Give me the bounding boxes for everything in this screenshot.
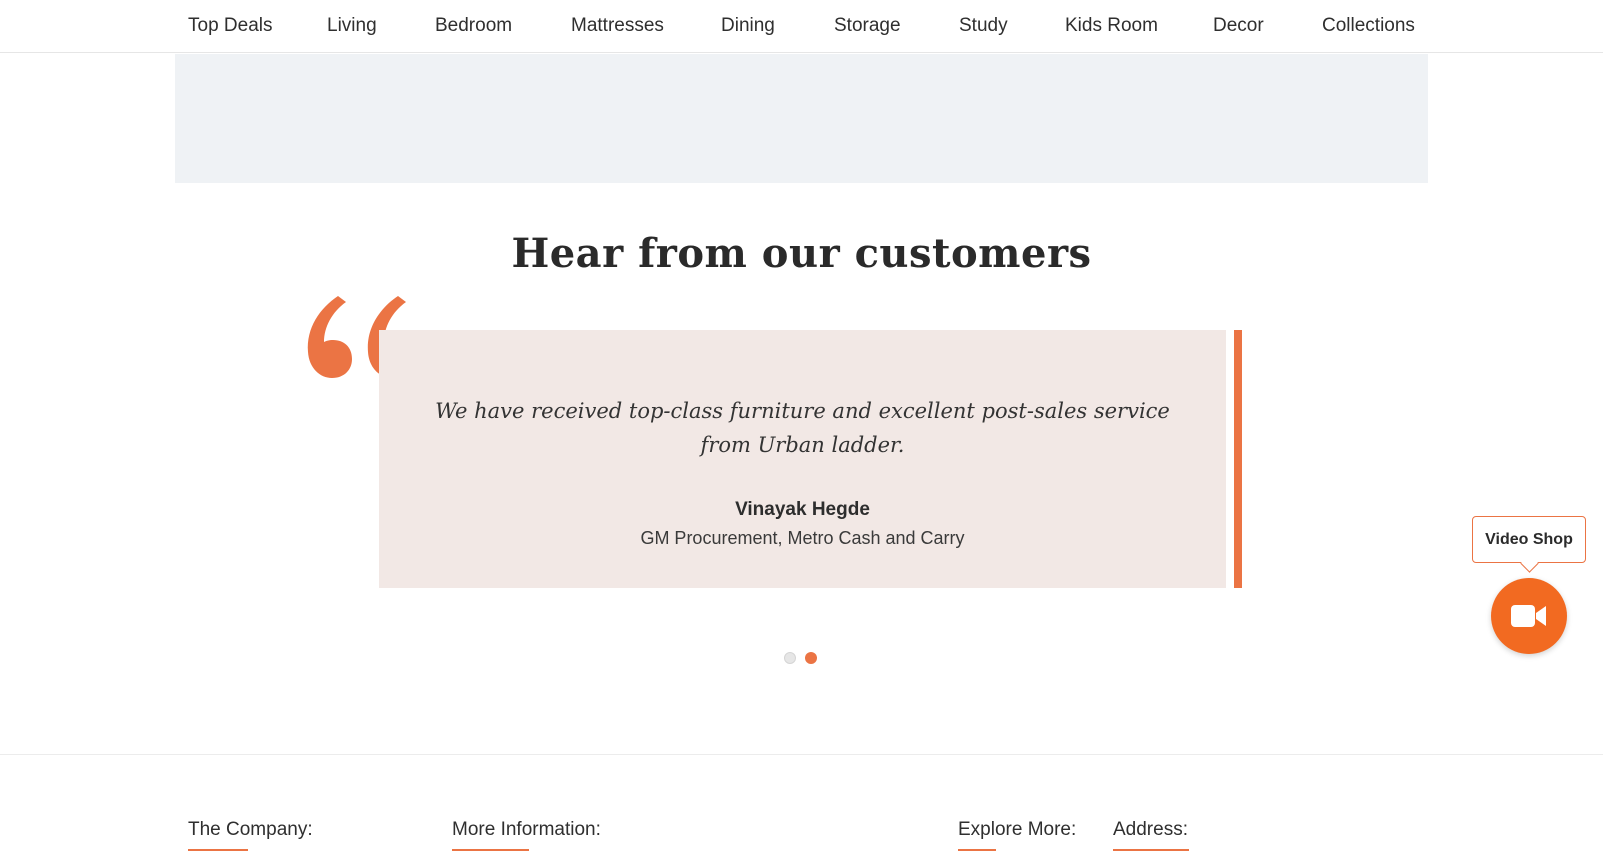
testimonials-title: Hear from our customers [511, 230, 1092, 277]
carousel-dot-1[interactable] [784, 652, 796, 664]
footer-heading-more-information: More Information: [452, 819, 601, 840]
nav-item-kids-room[interactable]: Kids Room [1065, 15, 1158, 37]
nav-item-mattresses[interactable]: Mattresses [571, 15, 664, 37]
nav-item-dining[interactable]: Dining [721, 15, 775, 37]
video-camera-icon [1511, 605, 1546, 627]
nav-item-living[interactable]: Living [327, 15, 377, 37]
nav-item-top-deals[interactable]: Top Deals [188, 15, 273, 37]
nav-item-study[interactable]: Study [959, 15, 1008, 37]
video-shop-tooltip[interactable]: Video Shop [1472, 516, 1586, 573]
testimonial-card: We have received top-class furniture and… [379, 330, 1226, 588]
footer-heading-address: Address: [1113, 819, 1188, 840]
carousel-dot-2[interactable] [805, 652, 817, 664]
footer-heading-explore-more: Explore More: [958, 819, 1077, 840]
testimonial-quote-line: We have received top-class furniture and… [435, 399, 1170, 423]
footer-heading-underline [452, 849, 529, 851]
testimonial-accent-bar [1234, 330, 1242, 588]
footer-heading-company: The Company: [188, 819, 313, 840]
video-shop-button[interactable] [1491, 578, 1567, 654]
testimonial-quote-line: from Urban ladder. [700, 433, 905, 457]
testimonial-author: Vinayak Hegde [735, 499, 870, 520]
nav-item-bedroom[interactable]: Bedroom [435, 15, 512, 37]
footer-heading-underline [958, 849, 996, 851]
footer: The Company: More Information: Explore M… [0, 754, 1603, 861]
footer-heading-underline [1113, 849, 1189, 851]
video-shop-label: Video Shop [1485, 531, 1573, 548]
testimonial-author-role: GM Procurement, Metro Cash and Carry [640, 528, 965, 548]
banner-placeholder [175, 54, 1428, 183]
top-navigation: Top Deals Living Bedroom Mattresses Dini… [0, 0, 1603, 53]
tooltip-arrow [1520, 554, 1539, 573]
footer-heading-underline [188, 849, 248, 851]
nav-item-collections[interactable]: Collections [1322, 15, 1415, 37]
nav-item-storage[interactable]: Storage [834, 15, 901, 37]
nav-item-decor[interactable]: Decor [1213, 15, 1264, 37]
testimonial-quote: We have received top-class furniture and… [379, 394, 1226, 462]
